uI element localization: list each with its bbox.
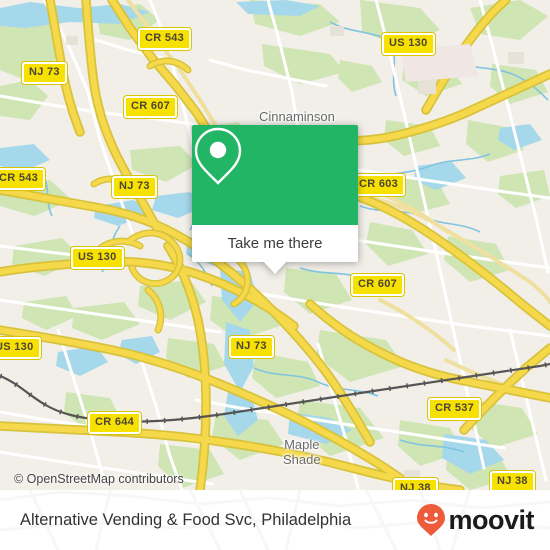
poi-title: Alternative Vending & Food Svc, Philadel… [20, 510, 352, 529]
map-canvas[interactable]: CR 543 US 130 NJ 73 CR 607 CR 543 NJ 73 CR 603… [0, 0, 550, 490]
map-popup-card[interactable]: Take me there [192, 125, 358, 274]
moovit-wordmark: moovit [448, 504, 534, 535]
road-shield: NJ 73 [112, 176, 157, 198]
popup-action-area[interactable]: Take me there [192, 225, 358, 262]
road-shield: NJ 73 [229, 336, 274, 358]
road-shield: NJ 73 [22, 62, 67, 84]
moovit-map-screenshot: CR 543 US 130 NJ 73 CR 607 CR 543 NJ 73 CR 603… [0, 0, 550, 550]
road-shield: CR 537 [428, 398, 482, 420]
place-label-line: Cinnaminson [259, 109, 335, 124]
osm-attribution[interactable]: © OpenStreetMap contributors [14, 472, 184, 486]
road-shield: NJ 38 [393, 478, 438, 490]
place-label-line: Maple [284, 437, 320, 452]
moovit-smile-pin-icon [417, 504, 446, 536]
road-shield: CR 607 [124, 96, 178, 118]
road-shield: NJ 38 [490, 471, 535, 490]
road-shield: US 130 [382, 33, 435, 55]
place-label-line: Shade [283, 452, 321, 467]
popup-tail [263, 261, 287, 274]
road-shield: CR 607 [351, 274, 405, 296]
road-shield: US 130 [0, 337, 41, 359]
road-shield: US 130 [71, 247, 124, 269]
place-label: Maple Shade [283, 437, 321, 467]
take-me-there-label: Take me there [227, 235, 323, 252]
road-shield: CR 543 [138, 28, 192, 50]
popup-image-area [192, 125, 358, 225]
place-label: Cinnaminson [259, 109, 335, 124]
road-shield: CR 603 [352, 174, 406, 196]
road-shield: CR 543 [0, 168, 46, 190]
road-shield: CR 644 [88, 412, 142, 434]
map-pin-icon [194, 127, 242, 185]
moovit-logo[interactable]: moovit [416, 503, 534, 537]
footer-bar: Alternative Vending & Food Svc, Philadel… [0, 490, 550, 550]
